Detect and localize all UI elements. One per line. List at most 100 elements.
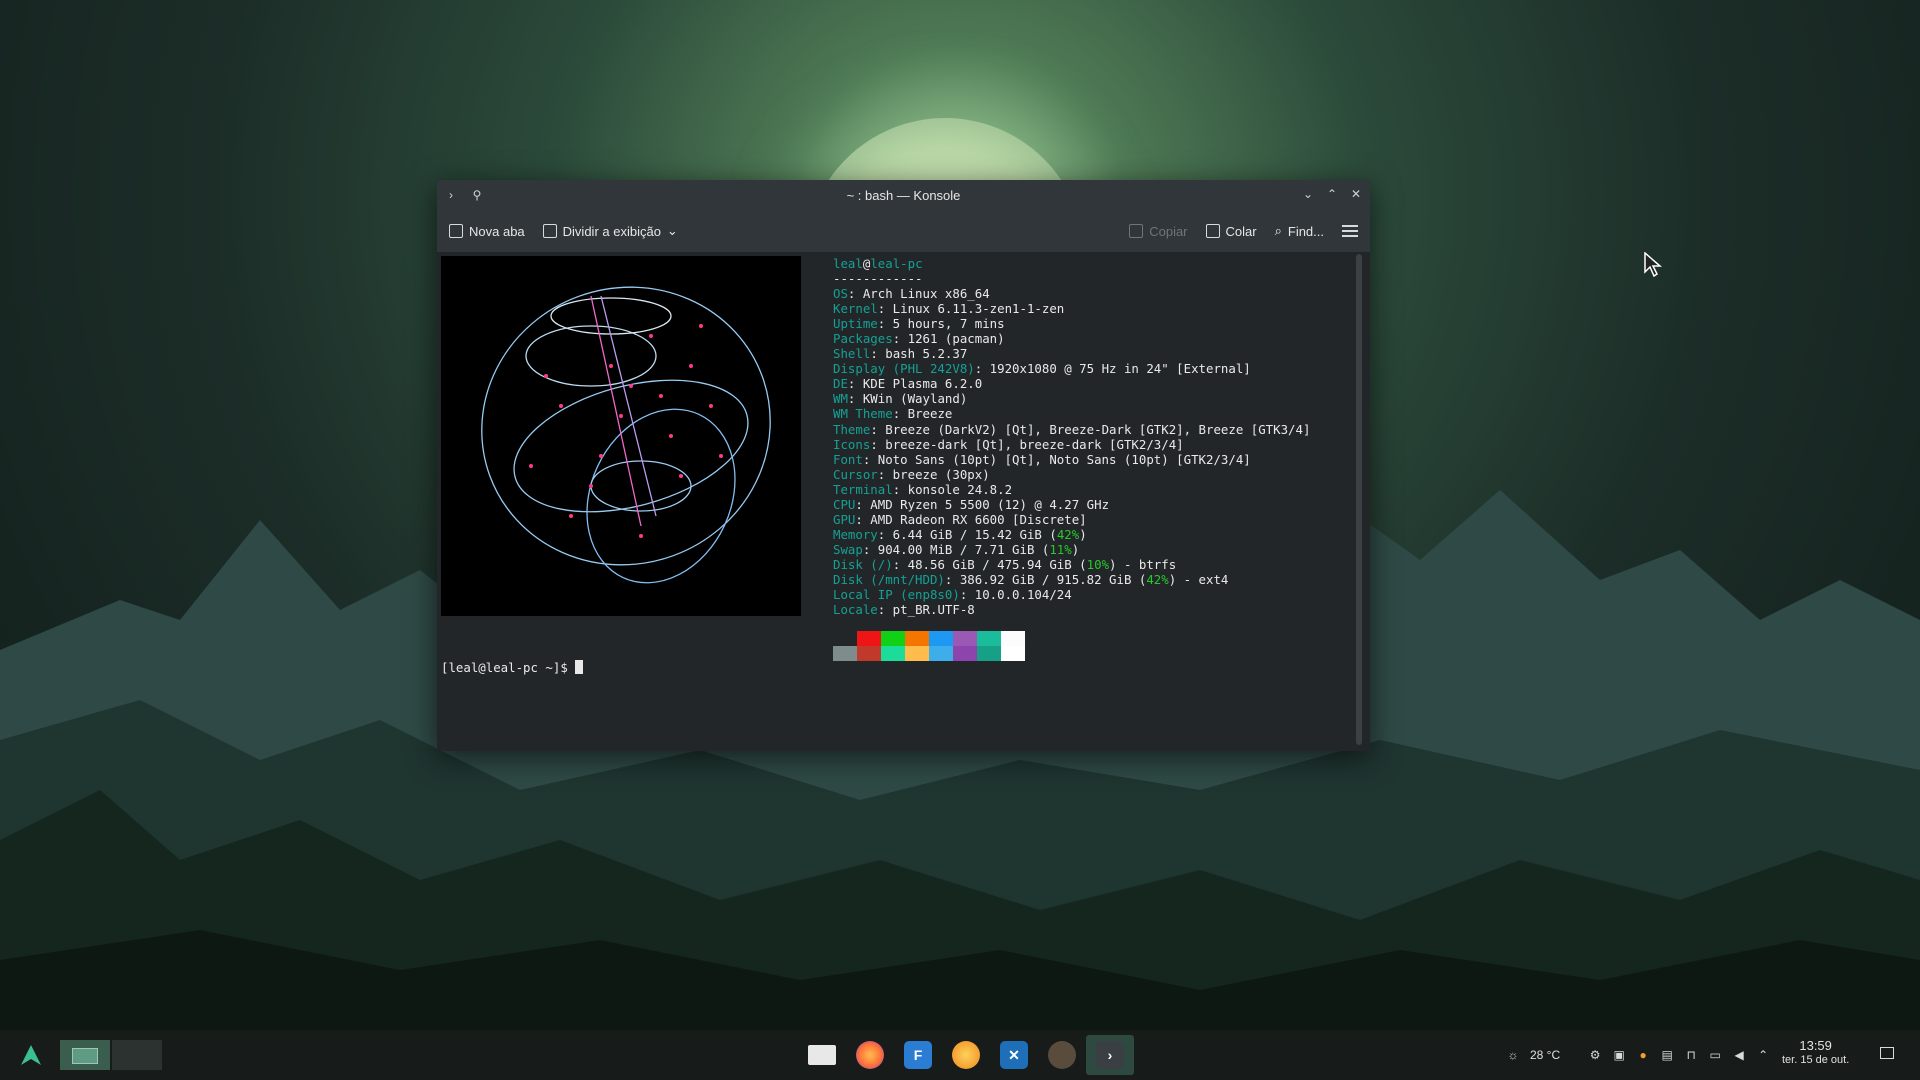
window-titlebar[interactable]: › ⚲ ~ : bash — Konsole ⌄ ⌃ ✕ [437, 180, 1370, 210]
disk-root-tail: ) - btrfs [1109, 556, 1177, 572]
info-key: OS [833, 286, 848, 302]
storage-icon[interactable]: ▤ [1660, 1048, 1674, 1062]
clock[interactable]: 13:59 ter. 15 de out. [1782, 1039, 1849, 1067]
host-name: leal-pc [870, 256, 923, 271]
memory-pct: 42% [1056, 526, 1080, 542]
separator-line: ------------ [833, 271, 923, 287]
desktop-1[interactable] [60, 1040, 110, 1070]
info-value: : konsole 24.8.2 [892, 481, 1013, 497]
info-value: : 1261 (pacman) [892, 331, 1005, 347]
info-key: Terminal [833, 481, 893, 497]
pin-icon[interactable]: ⚲ [469, 187, 485, 203]
new-tab-button[interactable]: Nova aba [449, 224, 525, 239]
scrollbar[interactable] [1356, 254, 1362, 745]
usb-icon[interactable]: ⊓ [1684, 1048, 1698, 1062]
info-key: Cursor [833, 466, 878, 482]
palette-swatch [953, 631, 977, 661]
clock-time: 13:59 [1799, 1038, 1832, 1053]
info-key: Font [833, 451, 863, 467]
find-label: Find... [1287, 223, 1324, 239]
info-key: Display (PHL 242V8) [833, 361, 975, 377]
weather-icon[interactable]: ☼ [1506, 1048, 1520, 1062]
swap-key: Swap [833, 541, 863, 557]
task-manager: F ✕ › [798, 1035, 1134, 1075]
network-icon[interactable]: ▭ [1708, 1048, 1722, 1062]
close-button[interactable]: ✕ [1348, 186, 1364, 202]
clipboard-icon[interactable]: ▣ [1612, 1048, 1626, 1062]
firefox-task[interactable] [846, 1035, 894, 1075]
word-processor-task[interactable]: F [894, 1035, 942, 1075]
chevron-down-icon: ⌄ [666, 223, 678, 238]
info-key: Icons [833, 436, 871, 452]
show-desktop-icon[interactable] [1880, 1047, 1894, 1059]
settings-icon[interactable]: ⚙ [1588, 1048, 1602, 1062]
shell-prompt[interactable]: [leal@leal-pc ~]$ [441, 660, 584, 675]
local-ip-value: : 10.0.0.104/24 [959, 587, 1072, 603]
split-view-icon [542, 224, 557, 238]
window-title: ~ : bash — Konsole [846, 187, 961, 203]
mouse-pointer-icon [1644, 252, 1662, 278]
hamburger-menu-icon[interactable] [1342, 225, 1358, 237]
disk-hdd-value: : 386.92 GiB / 915.82 GiB ( [944, 571, 1147, 587]
browser-icon [952, 1041, 980, 1069]
terminal-area[interactable]: leal@leal-pc ------------ OS: Arch Linux… [437, 252, 1370, 751]
terminal-app-icon[interactable]: › [443, 187, 459, 203]
update-icon[interactable]: ● [1636, 1048, 1650, 1062]
find-button[interactable]: ⌕ Find... [1275, 223, 1324, 239]
copy-icon [1129, 224, 1144, 238]
system-info: leal@leal-pc ------------ OS: Arch Linux… [833, 256, 1310, 617]
memory-value: : 6.44 GiB / 15.42 GiB ( [877, 526, 1057, 542]
chevron-up-icon[interactable]: ⌃ [1756, 1048, 1770, 1062]
konsole-toolbar: Nova aba Dividir a exibição ⌄ Copiar Col… [437, 210, 1370, 253]
code-editor-task[interactable]: ✕ [990, 1035, 1038, 1075]
info-value: : bash 5.2.37 [870, 346, 968, 362]
user-name: leal [833, 256, 863, 271]
gimp-task[interactable] [1038, 1035, 1086, 1075]
dolphin-task[interactable] [798, 1035, 846, 1075]
konsole-task[interactable]: › [1086, 1035, 1134, 1075]
browser-task[interactable] [942, 1035, 990, 1075]
paste-icon [1205, 224, 1220, 238]
new-tab-icon [449, 224, 463, 238]
disk-root-key: Disk (/) [833, 556, 893, 572]
fastfetch-logo-image [441, 256, 801, 616]
maximize-button[interactable]: ⌃ [1324, 186, 1340, 202]
disk-hdd-key: Disk (/mnt/HDD) [833, 571, 945, 587]
info-value: : breeze (30px) [877, 466, 990, 482]
taskbar: F ✕ › ☼ 28 °C ⚙ ▣ ● ▤ ⊓ ▭ ◀ ⌃ 13:59 ter.… [0, 1030, 1920, 1080]
copy-button[interactable]: Copiar [1129, 223, 1188, 239]
new-tab-label: Nova aba [469, 223, 525, 239]
folder-icon [808, 1045, 836, 1065]
konsole-window[interactable]: › ⚲ ~ : bash — Konsole ⌄ ⌃ ✕ Nova aba Di… [437, 180, 1370, 751]
copy-label: Copiar [1149, 223, 1188, 239]
paste-button[interactable]: Colar [1205, 224, 1257, 239]
info-key: GPU [833, 511, 856, 527]
local-ip-key: Local IP (enp8s0) [833, 587, 960, 603]
disk-root-value: : 48.56 GiB / 475.94 GiB ( [892, 556, 1087, 572]
gimp-icon [1048, 1041, 1076, 1069]
info-key: DE [833, 376, 848, 392]
color-palette [833, 631, 1025, 661]
info-value: : Breeze (DarkV2) [Qt], Breeze-Dark [GTK… [870, 421, 1311, 437]
terminal-icon: › [1096, 1041, 1124, 1069]
info-key: WM [833, 391, 848, 407]
swap-pct: 11% [1049, 541, 1072, 557]
info-value: : Breeze [892, 406, 953, 422]
locale-key: Locale [833, 602, 878, 618]
desktop-2[interactable] [112, 1040, 162, 1070]
info-value: : KDE Plasma 6.2.0 [847, 376, 983, 392]
disk-hdd-pct: 42% [1146, 571, 1169, 587]
split-view-button[interactable]: Dividir a exibição ⌄ [542, 223, 678, 239]
palette-swatch [857, 631, 881, 661]
info-key: Theme [833, 421, 871, 437]
minimize-button[interactable]: ⌄ [1300, 186, 1316, 202]
palette-swatch [833, 631, 857, 661]
system-tray: ☼ 28 °C ⚙ ▣ ● ▤ ⊓ ▭ ◀ ⌃ [1506, 1030, 1770, 1080]
info-key: Uptime [833, 316, 878, 332]
palette-swatch [977, 631, 1001, 661]
search-icon: ⌕ [1274, 223, 1282, 238]
app-launcher-button[interactable] [18, 1042, 44, 1068]
volume-icon[interactable]: ◀ [1732, 1048, 1746, 1062]
weather-temp[interactable]: 28 °C [1530, 1048, 1560, 1062]
palette-swatch [905, 631, 929, 661]
